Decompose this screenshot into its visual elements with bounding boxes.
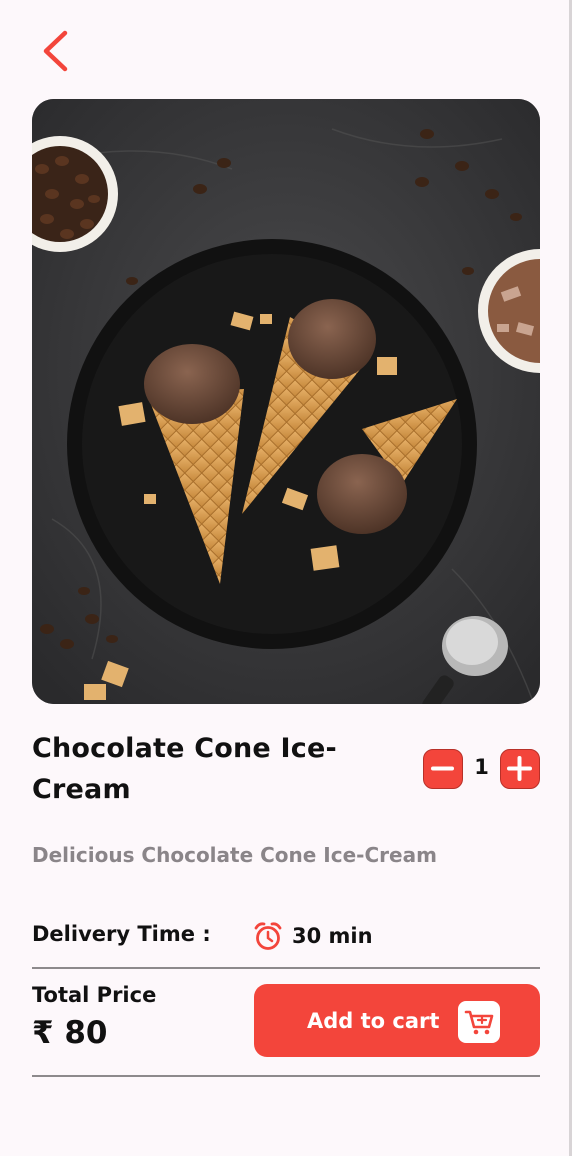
divider [32, 967, 540, 969]
product-image [32, 99, 540, 704]
quantity-value: 1 [474, 755, 489, 779]
back-button[interactable] [36, 28, 76, 74]
delivery-time: 30 min [254, 920, 373, 952]
add-to-cart-button[interactable]: Add to cart [254, 984, 540, 1057]
increase-quantity-button[interactable] [500, 749, 540, 789]
product-title: Chocolate Cone Ice-Cream [32, 733, 337, 805]
chevron-left-icon [43, 30, 68, 72]
plus-icon [507, 756, 532, 781]
add-to-cart-label: Add to cart [307, 1009, 440, 1033]
total-price-value: ₹ 80 [32, 1015, 108, 1051]
decrease-quantity-button[interactable] [423, 749, 463, 789]
product-description: Delicious Chocolate Cone Ice-Cream [32, 843, 437, 867]
divider [32, 1075, 540, 1077]
total-price-label: Total Price [32, 983, 157, 1007]
quantity-stepper: 1 [423, 749, 541, 791]
alarm-clock-icon [254, 922, 282, 950]
minus-icon [431, 766, 454, 771]
delivery-time-value: 30 min [292, 924, 373, 948]
delivery-time-label: Delivery Time : [32, 922, 211, 946]
shopping-cart-icon [458, 1001, 500, 1043]
